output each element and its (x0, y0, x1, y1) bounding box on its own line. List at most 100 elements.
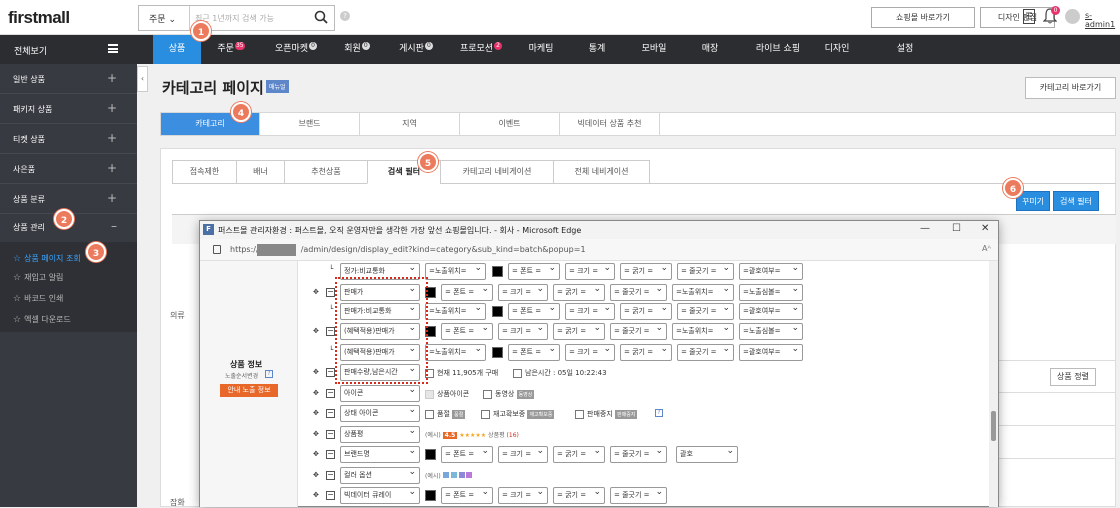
search-filter-button[interactable]: 검색 필터 (1053, 191, 1099, 211)
weight-select[interactable]: = 굵기 = (553, 323, 605, 340)
move-arrow-icon[interactable]: ✥ (313, 450, 319, 458)
stop-selling-option[interactable]: 판매중지 판매중지 (575, 409, 638, 419)
color-swatch[interactable] (425, 449, 436, 460)
remove-row-button[interactable]: − (326, 368, 335, 377)
nav-item-member[interactable]: 회원 0 (336, 35, 378, 64)
remove-row-button[interactable]: − (326, 409, 335, 418)
video-option[interactable]: 동영상 동영상 (483, 389, 535, 399)
tab-region[interactable]: 지역 (360, 113, 460, 135)
sales-count-option[interactable]: 현재 11,905개 구매 (425, 368, 498, 378)
field-select[interactable]: 아이콘 (340, 385, 420, 402)
tab-recommend[interactable]: 추천상품 (284, 160, 367, 184)
weight-select[interactable]: = 굵기 = (553, 487, 605, 504)
manual-badge[interactable]: 매뉴얼 (266, 80, 289, 93)
move-arrow-icon[interactable]: ✥ (313, 288, 319, 296)
nav-item-openmarket[interactable]: 오픈마켓 0 (266, 35, 326, 64)
bracket-select[interactable]: =괄호여부= (739, 263, 803, 280)
tab-brand[interactable]: 브랜드 (260, 113, 360, 135)
move-arrow-icon[interactable]: ✥ (313, 327, 319, 335)
bracket-select[interactable]: =괄호여부= (739, 344, 803, 361)
strike-select[interactable]: = 줄긋기 = (677, 263, 734, 280)
checkbox[interactable] (425, 409, 434, 419)
move-arrow-icon[interactable]: ✥ (313, 409, 319, 417)
remove-row-button[interactable]: − (326, 288, 335, 297)
display-info-button[interactable]: 안내 노출 정보 (220, 384, 278, 397)
color-swatch[interactable] (492, 306, 503, 317)
size-select[interactable]: = 크기 = (498, 487, 548, 504)
checkbox[interactable] (425, 389, 434, 399)
weight-select[interactable]: = 굵기 = (553, 446, 605, 463)
bracket-select[interactable]: 괄호 (676, 446, 738, 463)
color-swatch[interactable] (492, 347, 503, 358)
tab-all-nav[interactable]: 전체 네비게이션 (553, 160, 650, 184)
product-icon-option[interactable]: 상품아이콘 (425, 389, 469, 399)
size-select[interactable]: = 크기 = (565, 263, 615, 280)
strike-select[interactable]: = 줄긋기 = (677, 303, 734, 320)
close-icon[interactable]: ✕ (981, 223, 989, 234)
move-arrow-icon[interactable]: ✥ (313, 430, 319, 438)
move-arrow-icon[interactable]: ✥ (313, 471, 319, 479)
tab-category-nav[interactable]: 카테고리 네비게이션 (440, 160, 553, 184)
sidebar-item-general-product[interactable]: 일반 상품 + (0, 64, 137, 94)
product-sort-button[interactable]: 상품 정렬 (1050, 368, 1096, 386)
nav-item-mobile[interactable]: 모바일 (636, 35, 672, 64)
font-select[interactable]: = 폰트 = (508, 303, 560, 320)
sidebar-subitem-barcode[interactable]: ☆ 바코드 인쇄 (13, 293, 63, 304)
nav-item-settings[interactable]: 설정 (890, 35, 920, 64)
move-arrow-icon[interactable]: ✥ (313, 368, 319, 376)
help-icon[interactable]: ? (340, 11, 350, 21)
move-arrow-icon[interactable]: ✥ (313, 491, 319, 499)
font-select[interactable]: = 폰트 = (508, 344, 560, 361)
sidebar-collapse-button[interactable]: ‹ (137, 66, 148, 92)
nav-item-stats[interactable]: 통계 (582, 35, 612, 64)
help-icon[interactable]: ? (655, 409, 663, 417)
strike-select[interactable]: = 줄긋기 = (610, 323, 667, 340)
move-arrow-icon[interactable]: ✥ (313, 389, 319, 397)
position-select[interactable]: =노출위치= (425, 303, 486, 320)
field-select[interactable]: 상태 아이콘 (340, 405, 420, 422)
symbol-select[interactable]: =노출심볼= (739, 284, 803, 301)
maximize-icon[interactable]: ☐ (952, 223, 961, 234)
shop-shortcut-button[interactable]: 쇼핑몰 바로가기 (871, 7, 975, 28)
remaining-time-option[interactable]: 남은시간 : 05일 10:22:43 (513, 368, 607, 378)
remove-row-button[interactable]: − (326, 327, 335, 336)
category-shortcut-button[interactable]: 카테고리 바로가기 (1025, 77, 1116, 99)
size-select[interactable]: = 크기 = (498, 446, 548, 463)
sidebar-subitem-restock[interactable]: ☆ 재입고 알림 (13, 272, 63, 283)
sidebar-item-ticket-product[interactable]: 티켓 상품 + (0, 124, 137, 154)
search-category-select[interactable]: 주문 ⌄ (139, 6, 190, 30)
avatar[interactable] (1065, 9, 1080, 24)
nav-item-design[interactable]: 디자인 (820, 35, 854, 64)
scrollbar-track[interactable] (989, 261, 998, 507)
remove-row-button[interactable]: − (326, 491, 335, 500)
font-select[interactable]: = 폰트 = (441, 487, 493, 504)
strike-select[interactable]: = 줄긋기 = (610, 284, 667, 301)
weight-select[interactable]: = 굵기 = (620, 263, 672, 280)
checkbox[interactable] (483, 389, 492, 399)
remove-row-button[interactable]: − (326, 389, 335, 398)
position-select[interactable]: =노출위치= (672, 323, 734, 340)
nav-item-board[interactable]: 게시판 0 (390, 35, 442, 64)
position-select[interactable]: =노출위치= (425, 263, 486, 280)
sidebar-subitem-excel[interactable]: ☆ 엑셀 다운로드 (13, 314, 71, 325)
tab-bigdata[interactable]: 빅데이터 상품 추천 (560, 113, 660, 135)
weight-select[interactable]: = 굵기 = (620, 303, 672, 320)
strike-select[interactable]: = 줄긋기 = (677, 344, 734, 361)
field-select[interactable]: 브랜드명 (340, 446, 420, 463)
size-select[interactable]: = 크기 = (565, 303, 615, 320)
address-bar[interactable]: https:// /admin/design/display_edit?kind=… (200, 239, 998, 261)
size-select[interactable]: = 크기 = (565, 344, 615, 361)
document-icon[interactable] (1023, 9, 1035, 24)
font-select[interactable]: = 폰트 = (441, 284, 493, 301)
tab-banner[interactable]: 배너 (236, 160, 284, 184)
search-icon[interactable] (314, 10, 328, 24)
logo[interactable]: firstmall (8, 8, 70, 28)
strike-select[interactable]: = 줄긋기 = (610, 487, 667, 504)
remove-row-button[interactable]: − (326, 430, 335, 439)
color-swatch[interactable] (425, 490, 436, 501)
nav-item-promotion[interactable]: 프로모션 2 (452, 35, 510, 64)
color-swatch[interactable] (492, 266, 503, 277)
weight-select[interactable]: = 굵기 = (553, 284, 605, 301)
decorate-button[interactable]: 꾸미기 (1016, 191, 1050, 211)
scrollbar-thumb[interactable] (991, 411, 996, 441)
